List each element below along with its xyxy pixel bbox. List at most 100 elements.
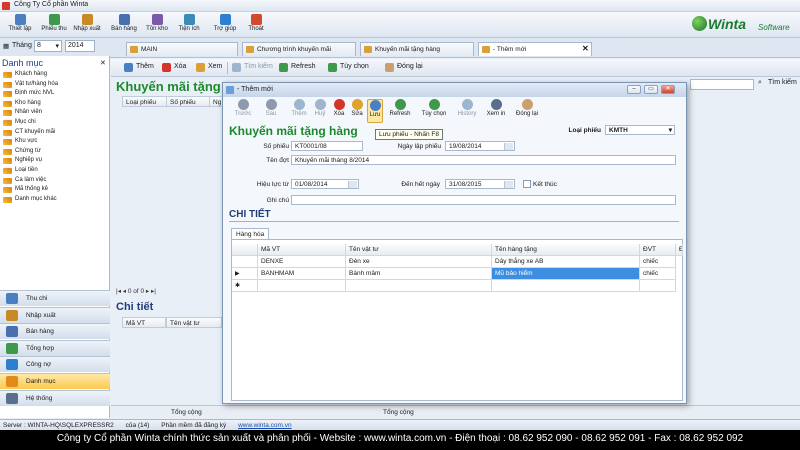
year-input[interactable]: 2014 [65, 40, 95, 52]
row-header-new[interactable]: ✱ [232, 280, 258, 292]
sidebar-item[interactable]: Định mức NVL [3, 90, 54, 99]
row-header[interactable] [232, 256, 258, 268]
grid-cell-new[interactable] [258, 280, 346, 292]
sidebar-item[interactable]: Mục chi [3, 119, 36, 128]
dialog-toolbar-button[interactable]: History [455, 99, 479, 123]
nav-section[interactable]: Công nợ [0, 356, 110, 373]
row-header[interactable]: ▶ [232, 268, 258, 280]
ribbon-button[interactable]: Trợ giúp [210, 14, 240, 38]
grid-cell-selected[interactable]: Mũ bảo hiểm [492, 268, 640, 280]
month-select[interactable]: 8 ▾ [34, 40, 62, 52]
ribbon-button[interactable]: Phiếu thu [40, 14, 68, 38]
dialog-toolbar-button[interactable]: Lưu [367, 99, 383, 123]
ghi-chu-input[interactable] [291, 195, 676, 205]
side-search-button[interactable]: ⌕ Tìm kiếm [758, 79, 797, 86]
grid-cell[interactable]: DENXE [258, 256, 346, 268]
sidebar-item[interactable]: Vật tư/hàng hóa [3, 81, 58, 90]
dialog-toolbar-button[interactable]: Trước [231, 99, 255, 123]
grid-cell-new[interactable] [346, 280, 492, 292]
dialog-toolbar-button[interactable]: Sửa [349, 99, 365, 123]
dialog-toolbar-button[interactable]: Sau [257, 99, 285, 123]
dialog-toolbar-button[interactable]: Thêm [289, 99, 309, 123]
tab-hang-hoa[interactable]: Hàng hóa [231, 228, 270, 239]
sidebar-item[interactable]: Danh mục khác [3, 196, 57, 205]
grid-cell[interactable]: Dây thắng xe AB [492, 256, 640, 268]
ten-dot-input[interactable]: Khuyến mãi tháng 8/2014 [291, 155, 676, 165]
nav-section[interactable]: Danh mục [0, 373, 110, 389]
so-phieu-input[interactable]: KT0001/08 [291, 141, 363, 151]
ribbon-button[interactable]: Nhập xuất [70, 14, 104, 38]
calendar-dropdown-icon[interactable] [504, 181, 513, 188]
nav-section[interactable]: Thu chi [0, 290, 110, 306]
nav-section[interactable]: Nhập xuất [0, 306, 110, 323]
website-link[interactable]: www.winta.com.vn [238, 422, 291, 429]
tab-khuyen-mai-tang-hang[interactable]: Khuyến mãi tặng hàng [360, 42, 474, 56]
dialog-toolbar-button[interactable]: Tùy chọn [417, 99, 451, 123]
pin-icon[interactable]: ✕ [100, 59, 106, 67]
first-page-icon[interactable]: |◂ [116, 288, 121, 295]
loai-phieu-select[interactable]: KMTH ▾ [605, 125, 675, 135]
sidebar-item[interactable]: Kho hàng [3, 100, 41, 109]
detail-column-header[interactable]: Tên vật tư [166, 317, 222, 328]
ribbon-button[interactable]: Bán hàng [108, 14, 140, 38]
maximize-button[interactable]: ▭ [644, 85, 658, 94]
dialog-toolbar-button[interactable]: Đóng lại [513, 99, 541, 123]
grid-cell[interactable]: Bánh mâm [346, 268, 492, 280]
calendar-dropdown-icon[interactable] [504, 143, 513, 150]
ribbon-button[interactable]: Thoát [244, 14, 268, 38]
detail-column-header[interactable]: Mã VT [122, 317, 166, 328]
grid-cell[interactable]: Đèn xe [346, 256, 492, 268]
sidebar-item[interactable]: Chứng từ [3, 148, 41, 157]
sidebar-item[interactable]: Nhân viên [3, 109, 42, 118]
column-header[interactable]: Số phiếu [166, 96, 210, 107]
nav-section[interactable]: Hệ thống [0, 389, 110, 406]
next-page-icon[interactable]: ▸ [146, 288, 149, 295]
ribbon-button[interactable]: Thiết lập [4, 14, 36, 38]
column-header[interactable]: Ng [209, 96, 223, 107]
tab-chuong-trinh-khuyen-mai[interactable]: Chương trình khuyến mãi [242, 42, 356, 56]
ngay-lap-input[interactable]: 19/08/2014 [445, 141, 515, 151]
column-header[interactable]: Mã VT [258, 244, 346, 256]
sidebar-item[interactable]: Loại tiền [3, 167, 38, 176]
options-button[interactable]: Tùy chọn [328, 63, 369, 72]
column-header[interactable]: Đ [676, 244, 683, 256]
grid-cell[interactable]: chiếc [640, 268, 676, 280]
refresh-button[interactable]: Refresh [279, 63, 316, 72]
sidebar-item[interactable]: CT khuyến mãi [3, 129, 55, 138]
ket-thuc-checkbox[interactable] [523, 180, 531, 188]
nav-section[interactable]: Bán hàng [0, 323, 110, 340]
dialog-toolbar-button[interactable]: Huỷ [311, 99, 329, 123]
den-het-input[interactable]: 31/08/2015 [445, 179, 515, 189]
sidebar-item[interactable]: Mã thống kê [3, 186, 48, 195]
dialog-toolbar-button[interactable]: Refresh [387, 99, 413, 123]
grid-cell-new[interactable] [492, 280, 640, 292]
close-tab-icon[interactable]: ✕ [582, 44, 589, 53]
hieu-luc-input[interactable]: 01/08/2014 [291, 179, 359, 189]
sidebar-item[interactable]: Nghiệp vụ [3, 157, 42, 166]
tab-main[interactable]: MAIN [126, 42, 238, 56]
view-button[interactable]: Xem [196, 63, 222, 72]
nav-section[interactable]: Tổng hợp [0, 339, 110, 356]
dialog-toolbar-button[interactable]: Xóa [331, 99, 347, 123]
ribbon-button[interactable]: Tiện ích [174, 14, 204, 38]
prev-page-icon[interactable]: ◂ [123, 288, 126, 295]
sidebar-item[interactable]: Ca làm việc [3, 177, 46, 186]
dialog-close-button[interactable]: ✕ [661, 85, 675, 94]
tab-them-moi[interactable]: - Thêm mới [478, 42, 592, 56]
column-header[interactable]: Loại phiếu [122, 96, 167, 107]
last-page-icon[interactable]: ▸| [151, 288, 156, 295]
close-button[interactable]: Đóng lại [385, 63, 423, 72]
sidebar-item[interactable]: Khu vực [3, 138, 37, 147]
column-header[interactable]: Tên hàng tặng [492, 244, 640, 256]
grid-cell-new[interactable] [640, 280, 676, 292]
grid-cell[interactable]: BANHMAM [258, 268, 346, 280]
dialog-toolbar-button[interactable]: Xem in [485, 99, 507, 123]
ribbon-button[interactable]: Tồn kho [144, 14, 170, 38]
search-input[interactable] [690, 79, 754, 90]
add-button[interactable]: Thêm [124, 63, 154, 72]
column-header[interactable]: Tên vật tư [346, 244, 492, 256]
column-header[interactable]: ĐVT [640, 244, 676, 256]
pager[interactable]: |◂ ◂ 0 of 0 ▸ ▸| [116, 287, 156, 295]
grid-cell[interactable]: chiếc [640, 256, 676, 268]
sidebar-item[interactable]: Khách hàng [3, 71, 47, 80]
